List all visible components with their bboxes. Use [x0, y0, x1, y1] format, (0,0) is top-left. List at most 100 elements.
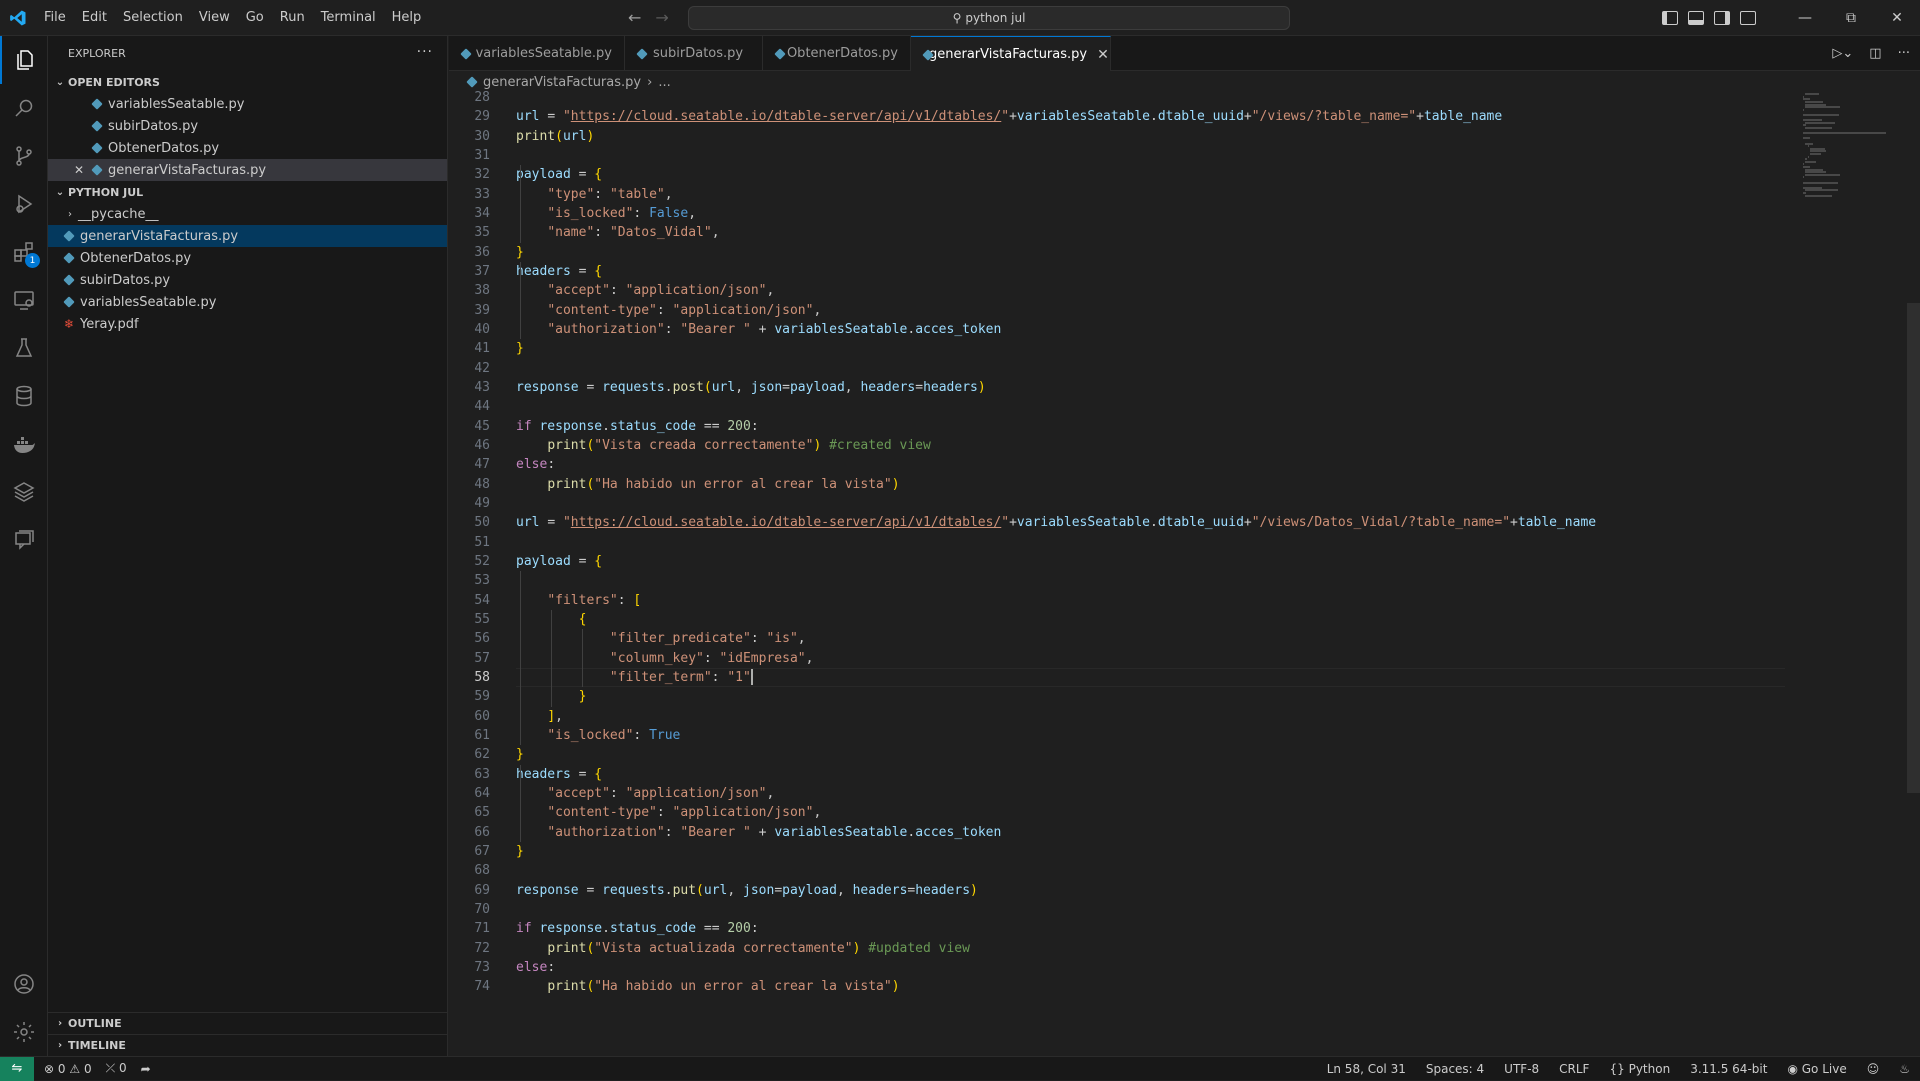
- remote-indicator-icon[interactable]: ⇋: [0, 1056, 34, 1081]
- close-icon[interactable]: ✕: [72, 163, 86, 177]
- code-line[interactable]: 61 "is_locked": True: [449, 726, 1785, 745]
- code-line[interactable]: 44: [449, 397, 1785, 416]
- code-line[interactable]: 57 "column_key": "idEmpresa",: [449, 649, 1785, 668]
- open-editor-item[interactable]: ✕ generarVistaFacturas.py: [48, 159, 447, 181]
- code-line[interactable]: 74 print("Ha habido un error al crear la…: [449, 977, 1785, 996]
- menu-view[interactable]: View: [191, 0, 238, 36]
- code-line[interactable]: 47 else:: [449, 455, 1785, 474]
- code-line[interactable]: 53: [449, 571, 1785, 590]
- toggle-primary-sidebar-icon[interactable]: [1662, 11, 1678, 25]
- code-line[interactable]: 69 response = requests.put(url, json=payl…: [449, 881, 1785, 900]
- code-line[interactable]: 67}: [449, 842, 1785, 861]
- language-mode[interactable]: {} Python: [1609, 1062, 1670, 1076]
- code-line[interactable]: 58 "filter_term": "1": [449, 667, 1785, 687]
- open-editor-item[interactable]: ObtenerDatos.py: [48, 137, 447, 159]
- code-line[interactable]: 45 if response.status_code == 200:: [449, 417, 1785, 436]
- go-live-button[interactable]: ◉ Go Live: [1787, 1062, 1846, 1076]
- file-item[interactable]: generarVistaFacturas.py: [48, 225, 447, 247]
- menu-go[interactable]: Go: [238, 0, 272, 36]
- more-actions-icon[interactable]: ···: [417, 44, 433, 60]
- open-editor-item[interactable]: subirDatos.py: [48, 115, 447, 137]
- close-window-button[interactable]: ✕: [1874, 0, 1920, 36]
- code-line[interactable]: 46 print("Vista creada correctamente") #…: [449, 436, 1785, 455]
- code-line[interactable]: 30 print(url): [449, 127, 1785, 146]
- code-line[interactable]: 29 url = "https://cloud.seatable.io/dtabl…: [449, 107, 1785, 126]
- ports-indicator[interactable]: ⤫ 0: [106, 1061, 127, 1076]
- code-line[interactable]: 37 headers = {: [449, 262, 1785, 281]
- file-item[interactable]: ObtenerDatos.py: [48, 247, 447, 269]
- python-interpreter[interactable]: 3.11.5 64-bit: [1690, 1062, 1767, 1076]
- code-line[interactable]: 51: [449, 533, 1785, 552]
- menu-run[interactable]: Run: [272, 0, 313, 36]
- code-line[interactable]: 65 "content-type": "application/json",: [449, 803, 1785, 822]
- file-encoding[interactable]: UTF-8: [1504, 1062, 1539, 1076]
- code-line[interactable]: 32 payload = {: [449, 165, 1785, 184]
- cursor-position[interactable]: Ln 58, Col 31: [1327, 1062, 1406, 1076]
- stack-icon[interactable]: [0, 468, 48, 516]
- run-debug-icon[interactable]: [0, 180, 48, 228]
- code-line[interactable]: 49: [449, 494, 1785, 513]
- code-line[interactable]: 48 print("Ha habido un error al crear la…: [449, 475, 1785, 494]
- toggle-panel-icon[interactable]: [1688, 11, 1704, 25]
- code-line[interactable]: 71 if response.status_code == 200:: [449, 919, 1785, 938]
- extensions-icon[interactable]: 1: [0, 228, 48, 276]
- code-line[interactable]: 43 response = requests.post(url, json=pay…: [449, 378, 1785, 397]
- close-tab-icon[interactable]: ✕: [1097, 47, 1109, 63]
- editor-tab[interactable]: generarVistaFacturas.py ✕: [911, 36, 1111, 72]
- customize-layout-icon[interactable]: [1740, 11, 1756, 25]
- code-line[interactable]: 64 "accept": "application/json",: [449, 784, 1785, 803]
- more-actions-icon[interactable]: ···: [1898, 46, 1910, 61]
- code-line[interactable]: 31: [449, 146, 1785, 165]
- testing-icon[interactable]: [0, 324, 48, 372]
- code-editor[interactable]: 28 29 url = "https://cloud.seatable.io/dta…: [449, 90, 1920, 1056]
- code-line[interactable]: 68: [449, 861, 1785, 880]
- file-item[interactable]: variablesSeatable.py: [48, 291, 447, 313]
- editor-tab[interactable]: ObtenerDatos.py: [763, 36, 911, 71]
- menu-help[interactable]: Help: [384, 0, 430, 36]
- code-line[interactable]: 34 "is_locked": False,: [449, 204, 1785, 223]
- code-line[interactable]: 36}: [449, 243, 1785, 262]
- command-center[interactable]: ⚲ python jul: [688, 6, 1290, 30]
- code-line[interactable]: 60 ],: [449, 707, 1785, 726]
- editor-tab[interactable]: subirDatos.py: [625, 36, 763, 71]
- menu-selection[interactable]: Selection: [115, 0, 191, 36]
- code-line[interactable]: 66 "authorization": "Bearer " + variable…: [449, 823, 1785, 842]
- notifications-bell-icon[interactable]: ♨: [1899, 1062, 1910, 1076]
- open-editor-item[interactable]: variablesSeatable.py: [48, 93, 447, 115]
- open-editors-header[interactable]: ⌄ OPEN EDITORS: [48, 71, 447, 93]
- scrollbar-thumb[interactable]: [1907, 303, 1920, 793]
- menu-file[interactable]: File: [36, 0, 74, 36]
- toggle-secondary-sidebar-icon[interactable]: [1714, 11, 1730, 25]
- code-line[interactable]: 38 "accept": "application/json",: [449, 281, 1785, 300]
- code-line[interactable]: 55 {: [449, 610, 1785, 629]
- code-line[interactable]: 40 "authorization": "Bearer " + variable…: [449, 320, 1785, 339]
- remote-explorer-icon[interactable]: [0, 276, 48, 324]
- vertical-scrollbar[interactable]: [1907, 93, 1920, 1056]
- database-icon[interactable]: [0, 372, 48, 420]
- code-line[interactable]: 59 }: [449, 687, 1785, 706]
- code-line[interactable]: 28: [449, 88, 1785, 107]
- indentation[interactable]: Spaces: 4: [1426, 1062, 1484, 1076]
- code-line[interactable]: 50 url = "https://cloud.seatable.io/dtabl…: [449, 513, 1785, 532]
- code-line[interactable]: 72 print("Vista actualizada correctament…: [449, 939, 1785, 958]
- copilot-icon[interactable]: ☺: [1867, 1062, 1880, 1076]
- files-icon[interactable]: [0, 36, 48, 84]
- timeline-section[interactable]: › TIMELINE: [48, 1034, 448, 1056]
- menu-terminal[interactable]: Terminal: [313, 0, 384, 36]
- end-of-line[interactable]: CRLF: [1559, 1062, 1589, 1076]
- code-line[interactable]: 70: [449, 900, 1785, 919]
- code-line[interactable]: 35 "name": "Datos_Vidal",: [449, 223, 1785, 242]
- minimap[interactable]: [1787, 93, 1907, 1056]
- live-share-icon[interactable]: ➦: [141, 1062, 151, 1076]
- folder-header[interactable]: ⌄ PYTHON JUL: [48, 181, 447, 203]
- forward-arrow-icon[interactable]: →: [655, 8, 668, 27]
- file-item[interactable]: subirDatos.py: [48, 269, 447, 291]
- menu-edit[interactable]: Edit: [74, 0, 115, 36]
- code-line[interactable]: 62}: [449, 745, 1785, 764]
- code-line[interactable]: 42: [449, 359, 1785, 378]
- search-icon[interactable]: [0, 84, 48, 132]
- code-line[interactable]: 41}: [449, 339, 1785, 358]
- code-line[interactable]: 56 "filter_predicate": "is",: [449, 629, 1785, 648]
- code-line[interactable]: 39 "content-type": "application/json",: [449, 301, 1785, 320]
- source-control-icon[interactable]: [0, 132, 48, 180]
